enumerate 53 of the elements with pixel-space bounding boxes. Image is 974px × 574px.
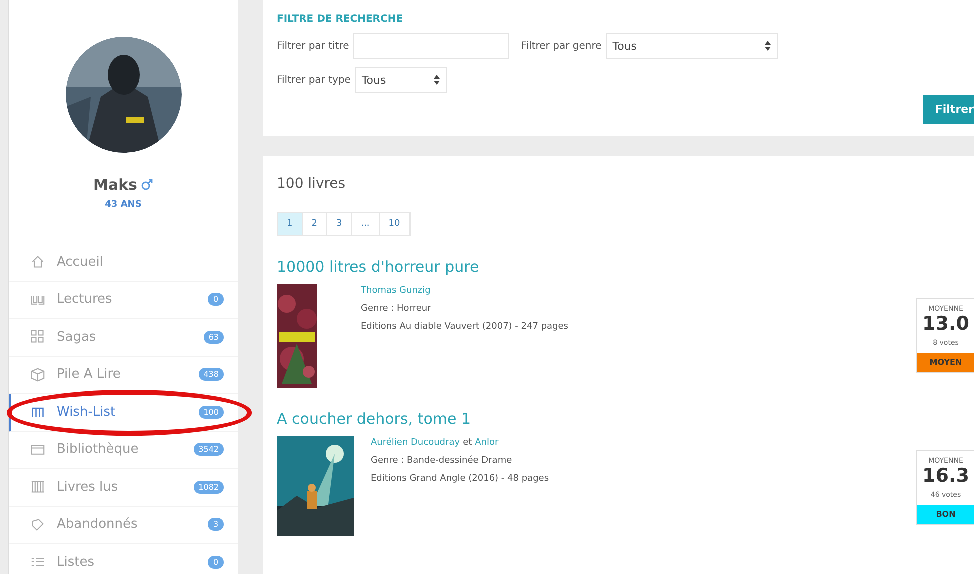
count-badge: 1082	[194, 480, 224, 494]
count-badge: 0	[208, 293, 224, 306]
book-genre: Genre : Horreur	[361, 304, 432, 314]
books-icon	[31, 480, 45, 494]
book-edition: Editions Grand Angle (2016) - 48 pages	[371, 474, 550, 484]
sidebar-item[interactable]: Wish-List 100	[9, 394, 238, 432]
select-arrows-icon	[434, 75, 440, 85]
author-link[interactable]: Aurélien Ducoudray	[371, 438, 460, 448]
field-label: Filtrer par genre	[521, 40, 602, 52]
user-name: Maks	[94, 176, 138, 194]
book-edition: Editions Au diable Vauvert (2007) - 247 pages	[361, 322, 570, 332]
sidebar-item[interactable]: Livres lus 1082	[9, 469, 238, 506]
count-badge: 3	[208, 518, 224, 532]
sidebar-item[interactable]: Abandonnés 3	[9, 506, 238, 544]
sidebar-item[interactable]: Pile A Lire 438	[9, 356, 238, 394]
count-badge: 0	[208, 556, 224, 569]
count-badge: 3542	[194, 443, 224, 456]
author-link[interactable]: Thomas Gunzig	[361, 286, 431, 296]
page-link[interactable]: 1	[278, 213, 303, 235]
verdict-tag: MOYEN	[917, 353, 974, 372]
field-label: Filtrer par type	[277, 74, 351, 86]
folder-icon	[31, 442, 45, 457]
filter-title: FILTRE DE RECHERCHE	[277, 14, 404, 25]
type-select[interactable]: Tous	[354, 67, 447, 93]
title-input-field[interactable]	[353, 33, 510, 59]
verdict-tag: BON	[917, 505, 974, 524]
sidebar-item[interactable]: Bibliothèque 3542	[9, 432, 238, 469]
filter-button[interactable]: Filtrer	[923, 95, 974, 124]
sidebar-item[interactable]: Lectures 0	[9, 282, 238, 319]
rating-value: 13.0	[922, 313, 970, 335]
count-badge: 63	[204, 330, 224, 344]
grid-icon	[31, 330, 45, 344]
count-badge: 100	[198, 406, 224, 419]
sidebar-item[interactable]: Sagas 63	[9, 319, 238, 356]
author-joiner: et	[463, 438, 472, 448]
field-label: Filtrer par titre	[277, 40, 350, 52]
box-icon	[31, 368, 45, 382]
rating-value: 16.3	[922, 465, 970, 487]
genre-select[interactable]: Tous	[606, 33, 778, 59]
home-icon	[31, 255, 45, 270]
tag-icon	[31, 518, 45, 532]
count-badge: 438	[198, 368, 224, 382]
sidebar-item[interactable]: Listes 0	[9, 544, 238, 574]
select-arrows-icon	[764, 41, 771, 51]
page-link[interactable]: 2	[302, 213, 328, 235]
author-link[interactable]: Anlor	[475, 438, 499, 448]
book-title[interactable]: A coucher dehors, tome 1	[277, 410, 974, 428]
book-title[interactable]: 10000 litres d'horreur pure	[277, 258, 974, 276]
book-genre: Genre : Bande-dessinée Drame	[371, 456, 514, 466]
user-age: 43 ANS	[105, 200, 142, 210]
result-count: 100 livres	[277, 176, 347, 192]
male-symbol-icon	[141, 179, 154, 191]
sidebar-item[interactable]: Accueil	[9, 244, 238, 282]
